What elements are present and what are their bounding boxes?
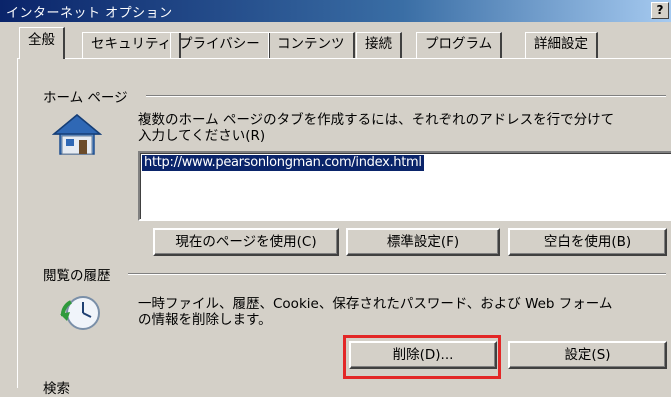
group-divider <box>146 95 666 97</box>
tab-advanced[interactable]: 詳細設定 <box>525 32 598 59</box>
house-icon <box>51 114 103 155</box>
title-bar: インターネット オプション ? <box>0 0 671 22</box>
home-page-description-line2: 入力してください(R) <box>138 128 266 144</box>
home-page-url-value[interactable]: http://www.pearsonlongman.com/index.html <box>142 155 424 171</box>
tab-privacy[interactable]: プライバシー <box>170 32 270 59</box>
history-clock-icon <box>60 296 100 330</box>
home-page-url-textarea[interactable]: http://www.pearsonlongman.com/index.html <box>138 151 671 221</box>
history-description-line2: の情報を削除します。 <box>138 312 272 328</box>
search-group-label: 検索 <box>43 381 70 397</box>
history-settings-button[interactable]: 設定(S) <box>508 341 667 369</box>
help-button[interactable]: ? <box>651 2 669 19</box>
delete-button-highlight-box <box>343 335 501 379</box>
tab-programs[interactable]: プログラム <box>416 32 503 59</box>
history-group-label: 閲覧の履歴 <box>43 268 111 284</box>
tab-connections[interactable]: 接続 <box>356 32 402 59</box>
tab-security[interactable]: セキュリティ <box>82 32 182 59</box>
window-title: インターネット オプション <box>6 6 173 21</box>
use-current-page-button[interactable]: 現在のページを使用(C) <box>153 228 339 256</box>
home-page-description-line1: 複数のホーム ページのタブを作成するには、それぞれのアドレスを行で分けて <box>138 112 615 128</box>
group-divider <box>128 273 666 275</box>
use-default-button[interactable]: 標準設定(F) <box>346 228 500 256</box>
history-description-line1: 一時ファイル、履歴、Cookie、保存されたパスワード、および Web フォーム <box>138 296 613 312</box>
tab-general[interactable]: 全般 <box>19 27 65 59</box>
home-page-group-label: ホーム ページ <box>43 90 128 106</box>
tab-content[interactable]: コンテンツ <box>268 32 355 59</box>
use-blank-button[interactable]: 空白を使用(B) <box>508 228 667 256</box>
